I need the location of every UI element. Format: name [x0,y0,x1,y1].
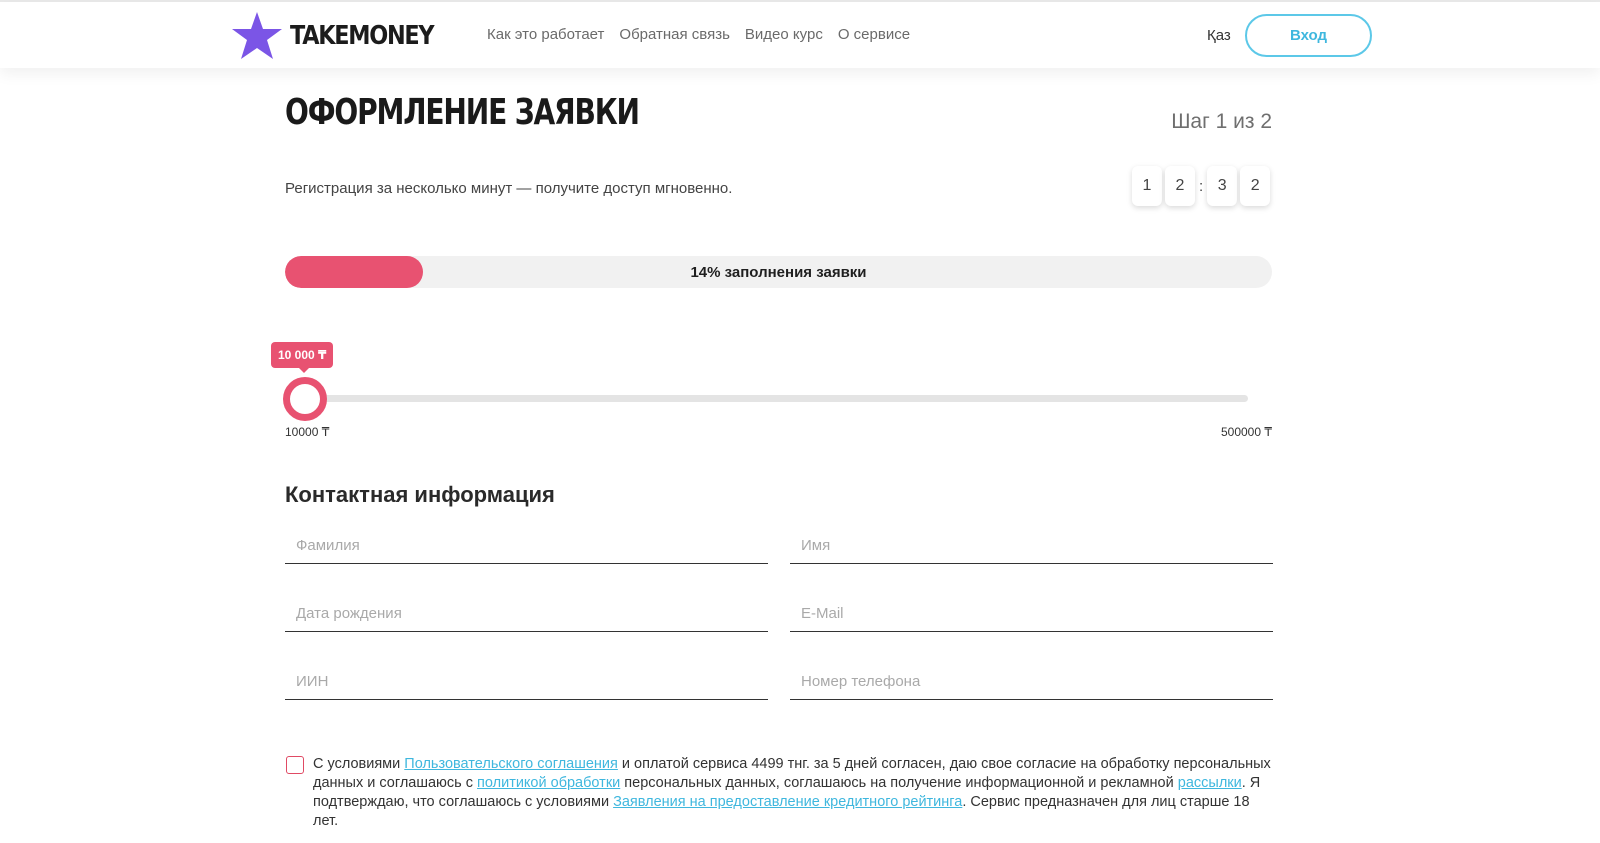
amount-slider-thumb[interactable] [283,377,327,421]
timer-separator: : [1199,177,1204,195]
credit-rating-statement-link[interactable]: Заявления на предоставление кредитного р… [613,794,962,810]
slider-max-label: 500000 ₸ [1220,425,1272,439]
page-title: ОФОРМЛЕНИЕ ЗАЯВКИ [285,92,640,133]
progress-bar: 14% заполнения заявки [285,256,1272,288]
nav-about-service[interactable]: О сервисе [838,26,910,43]
first-name-field[interactable] [790,528,1273,564]
mailing-link[interactable]: рассылки [1178,775,1242,791]
main-nav: Как это работает Обратная связь Видео ку… [487,26,925,43]
consent-text: С условиями Пользовательского соглашения… [313,755,1275,831]
nav-feedback[interactable]: Обратная связь [619,26,730,43]
login-button[interactable]: Вход [1245,14,1372,57]
subtitle: Регистрация за несколько минут — получит… [285,180,733,197]
progress-label: 14% заполнения заявки [690,263,867,281]
email-field[interactable] [790,596,1273,632]
processing-policy-link[interactable]: политикой обработки [477,775,620,791]
timer-digit: 3 [1207,166,1238,206]
consent-text-part: персональных данных, соглашаюсь на получ… [620,775,1178,791]
nav-how-it-works[interactable]: Как это работает [487,26,604,43]
phone-field[interactable] [790,664,1273,700]
consent-text-part: С условиями [313,756,405,772]
contact-section-title: Контактная информация [285,482,555,507]
birth-date-field[interactable] [285,596,768,632]
star-logo-icon [232,12,282,59]
nav-video-course[interactable]: Видео курс [745,26,823,43]
amount-badge: 10 000 ₸ [271,342,334,373]
timer-digit: 2 [1165,166,1195,206]
iin-field[interactable] [285,664,768,700]
slider-min-label: 10000 ₸ [285,425,330,439]
logo[interactable]: TAKEMONEY [230,10,457,62]
step-indicator: Шаг 1 из 2 [1171,110,1272,133]
timer-digit: 1 [1132,166,1162,206]
countdown-timer: 1 2 : 3 2 [1132,166,1273,206]
language-switch[interactable]: Қаз [1207,27,1231,44]
timer-digit: 2 [1240,166,1271,206]
user-agreement-link[interactable]: Пользовательского соглашения [404,756,618,772]
amount-slider-track[interactable] [285,395,1248,402]
brand-name: TAKEMONEY [290,21,435,51]
consent-block: С условиями Пользовательского соглашения… [285,755,1275,831]
last-name-field[interactable] [285,528,768,564]
site-header: TAKEMONEY Как это работает Обратная связ… [0,2,1600,68]
consent-checkbox[interactable] [286,756,304,774]
